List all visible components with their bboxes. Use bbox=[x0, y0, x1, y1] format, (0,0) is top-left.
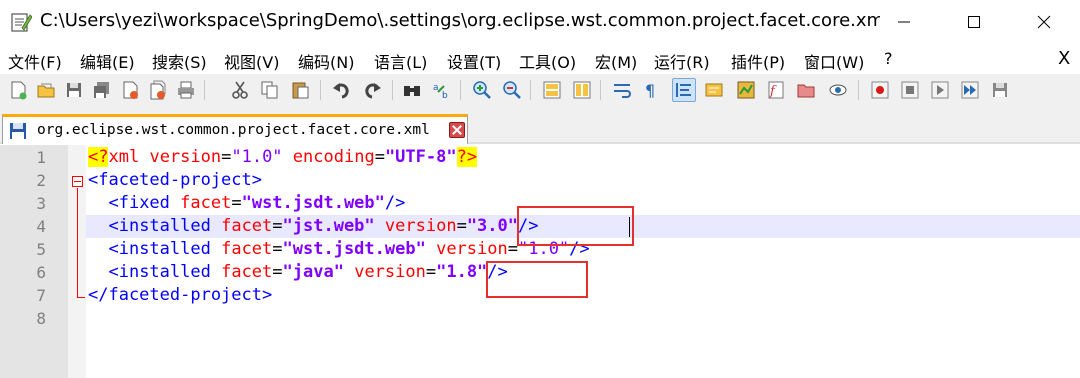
zoom-out-icon[interactable] bbox=[500, 78, 524, 102]
folder-workspace-icon[interactable] bbox=[794, 78, 818, 102]
menu-view[interactable]: 视图(V) bbox=[224, 49, 279, 73]
fold-end-marker bbox=[77, 297, 85, 298]
fold-toggle-icon[interactable] bbox=[72, 176, 83, 187]
document-tab[interactable]: org.eclipse.wst.common.project.facet.cor… bbox=[2, 114, 468, 144]
sync-vertical-icon[interactable] bbox=[540, 78, 564, 102]
new-file-icon[interactable] bbox=[6, 78, 30, 102]
paste-icon[interactable] bbox=[288, 78, 312, 102]
word-wrap-icon[interactable] bbox=[610, 78, 634, 102]
close-document-button[interactable]: X bbox=[1058, 48, 1070, 69]
menu-run[interactable]: 运行(R) bbox=[654, 49, 710, 73]
line-number: 1 bbox=[36, 148, 46, 167]
line-number: 2 bbox=[36, 171, 46, 190]
line-number: 4 bbox=[36, 217, 46, 236]
save-macro-icon[interactable] bbox=[988, 78, 1012, 102]
title-bar: C:\Users\yezi\workspace\SpringDemo\.sett… bbox=[0, 0, 1080, 44]
toolbar: ab ¶ f bbox=[0, 74, 1080, 106]
copy-icon[interactable] bbox=[258, 78, 282, 102]
close-icon bbox=[1037, 15, 1051, 29]
show-all-chars-icon[interactable]: ¶ bbox=[640, 78, 664, 102]
user-defined-lang-icon[interactable] bbox=[702, 78, 726, 102]
run-macro-multiple-icon[interactable] bbox=[958, 78, 982, 102]
menu-window[interactable]: 窗口(W) bbox=[804, 49, 864, 73]
line-number: 8 bbox=[36, 309, 46, 328]
menu-plugins[interactable]: 插件(P) bbox=[731, 49, 785, 73]
doc-map-icon[interactable] bbox=[734, 78, 758, 102]
window-title: C:\Users\yezi\workspace\SpringDemo\.sett… bbox=[40, 10, 880, 31]
close-file-icon[interactable] bbox=[118, 78, 142, 102]
toolbar-separator bbox=[530, 80, 531, 100]
menu-help[interactable]: ? bbox=[884, 49, 893, 68]
code-line-1: <?xml version="1.0" encoding="UTF-8"?> bbox=[88, 147, 478, 167]
tab-label: org.eclipse.wst.common.project.facet.cor… bbox=[37, 122, 430, 138]
line-number: 3 bbox=[36, 194, 46, 213]
zoom-in-icon[interactable] bbox=[470, 78, 494, 102]
close-all-icon[interactable] bbox=[146, 78, 170, 102]
toolbar-separator bbox=[392, 80, 393, 100]
function-list-icon[interactable]: f bbox=[764, 78, 788, 102]
toolbar-separator bbox=[858, 80, 859, 100]
undo-icon[interactable] bbox=[330, 78, 354, 102]
line-number: 5 bbox=[36, 240, 46, 259]
save-all-icon[interactable] bbox=[90, 78, 114, 102]
menu-settings[interactable]: 设置(T) bbox=[447, 49, 501, 73]
annotation-box-version-1-8 bbox=[486, 261, 588, 298]
annotation-box-version-3-0 bbox=[517, 206, 634, 246]
maximize-button[interactable] bbox=[946, 0, 1002, 44]
svg-text:b: b bbox=[442, 91, 448, 100]
notepad-plus-plus-icon bbox=[11, 13, 32, 32]
minimize-button[interactable] bbox=[876, 0, 932, 44]
menu-language[interactable]: 语言(L) bbox=[374, 49, 427, 73]
replace-icon[interactable]: ab bbox=[430, 78, 454, 102]
menu-bar: 文件(F) 编辑(E) 搜索(S) 视图(V) 编码(N) 语言(L) 设置(T… bbox=[0, 44, 1080, 74]
cut-icon[interactable] bbox=[228, 78, 252, 102]
line-number: 7 bbox=[36, 286, 46, 305]
indent-guide-icon[interactable] bbox=[672, 78, 696, 102]
toolbar-separator bbox=[600, 80, 601, 100]
document-tab-bar: org.eclipse.wst.common.project.facet.cor… bbox=[0, 106, 1080, 144]
record-macro-icon[interactable] bbox=[868, 78, 892, 102]
svg-text:¶: ¶ bbox=[645, 81, 655, 100]
play-macro-icon[interactable] bbox=[928, 78, 952, 102]
toolbar-separator bbox=[460, 80, 461, 100]
toolbar-separator bbox=[320, 80, 321, 100]
menu-macro[interactable]: 宏(M) bbox=[595, 49, 637, 73]
redo-icon[interactable] bbox=[360, 78, 384, 102]
tab-close-icon[interactable] bbox=[449, 122, 465, 138]
save-icon[interactable] bbox=[62, 78, 86, 102]
sync-horizontal-icon[interactable] bbox=[570, 78, 594, 102]
menu-encoding[interactable]: 编码(N) bbox=[298, 49, 354, 73]
line-number: 6 bbox=[36, 263, 46, 282]
find-icon[interactable] bbox=[400, 78, 424, 102]
fold-guide bbox=[77, 188, 78, 297]
stop-record-icon[interactable] bbox=[898, 78, 922, 102]
menu-edit[interactable]: 编辑(E) bbox=[80, 49, 135, 73]
code-editor[interactable]: 1 2 3 4 5 6 7 8 <?xml version="1.0" enco… bbox=[0, 145, 1080, 378]
toolbar-separator bbox=[204, 80, 205, 100]
saved-file-icon bbox=[10, 123, 26, 139]
code-line-2: <faceted-project> bbox=[88, 170, 262, 190]
maximize-icon bbox=[968, 16, 980, 28]
minimize-icon bbox=[898, 21, 910, 23]
print-icon[interactable] bbox=[174, 78, 198, 102]
close-window-button[interactable] bbox=[1016, 0, 1072, 44]
menu-file[interactable]: 文件(F) bbox=[8, 49, 62, 73]
menu-search[interactable]: 搜索(S) bbox=[152, 49, 207, 73]
menu-tools[interactable]: 工具(O) bbox=[519, 49, 576, 73]
open-file-icon[interactable] bbox=[34, 78, 58, 102]
monitor-eye-icon[interactable] bbox=[826, 78, 850, 102]
